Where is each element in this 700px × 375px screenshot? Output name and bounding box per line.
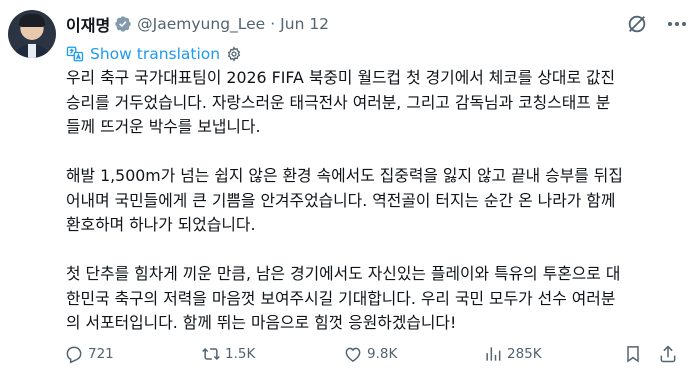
text-line: 해발 1,500m가 넘는 쉽지 않은 환경 속에서도 집중력을 잃지 않고 끝… [66,166,623,185]
translate-icon [66,46,84,62]
views-icon [486,347,501,361]
reply-button[interactable]: 721 [64,344,114,364]
repost-button[interactable]: 1.5K [201,344,255,364]
share-icon [660,345,676,363]
text-line: 환호하며 하나가 되었습니다. [66,215,256,234]
repost-count: 1.5K [225,346,256,362]
action-bar: 721 1.5K 9.8K 285K [64,342,684,366]
like-button[interactable]: 9.8K [343,344,397,364]
tweet-paragraph: 첫 단추를 힘차게 끼운 만큼, 남은 경기에서도 자신있는 플레이와 특유의 … [66,262,691,336]
tweet-paragraph: 해발 1,500m가 넘는 쉽지 않은 환경 속에서도 집중력을 잃지 않고 끝… [66,164,691,238]
bookmark-icon [627,346,639,363]
reply-count: 721 [88,346,114,362]
show-translation-link[interactable]: Show translation [66,43,242,65]
text-line: 첫 단추를 힘차게 끼운 만큼, 남은 경기에서도 자신있는 플레이와 특유의 … [66,264,621,283]
show-translation-label: Show translation [90,45,221,63]
like-count: 9.8K [367,346,398,362]
avatar[interactable] [8,10,56,58]
text-line: 의 서포터입니다. 함께 뛰는 마음으로 힘껏 응원하겠습니다! [66,313,457,332]
share-button[interactable] [658,344,678,364]
tweet-paragraph: 우리 축구 국가대표팀이 2026 FIFA 북중미 월드컵 첫 경기에서 체코… [66,66,691,140]
tweet-header: 이재명 @Jaemyung_Lee · Jun 12 [66,12,329,36]
like-icon [345,347,361,362]
settings-gear-icon[interactable] [226,46,242,62]
more-icon[interactable] [668,14,686,34]
separator-dot: · [270,15,276,33]
bookmark-button[interactable] [623,344,643,364]
views-count: 285K [507,346,542,362]
reply-icon [66,346,82,364]
tweet-text: 우리 축구 국가대표팀이 2026 FIFA 북중미 월드컵 첫 경기에서 체코… [66,66,691,336]
verified-badge-icon [115,16,131,32]
text-line: 들께 뜨거운 박수를 보냅니다. [66,117,261,136]
text-line: 어내며 국민들에게 큰 기쁨을 안겨주었습니다. 역전골이 터지는 순간 온 나… [66,190,616,210]
tweet-date[interactable]: Jun 12 [280,15,329,33]
author-handle[interactable]: @Jaemyung_Lee [137,15,265,33]
text-line: 한민국 축구의 저력을 마음껏 보여주시길 기대합니다. 우리 국민 모두가 선… [66,288,616,308]
text-line: 우리 축구 국가대표팀이 2026 FIFA 북중미 월드컵 첫 경기에서 체코… [66,68,616,87]
author-name[interactable]: 이재명 [66,12,110,36]
text-line: 승리를 거두었습니다. 자랑스러운 태극전사 여러분, 그리고 감독님과 코칭스… [66,92,611,112]
views-button[interactable]: 285K [483,344,542,364]
repost-icon [202,347,220,361]
grok-icon[interactable] [626,13,648,35]
